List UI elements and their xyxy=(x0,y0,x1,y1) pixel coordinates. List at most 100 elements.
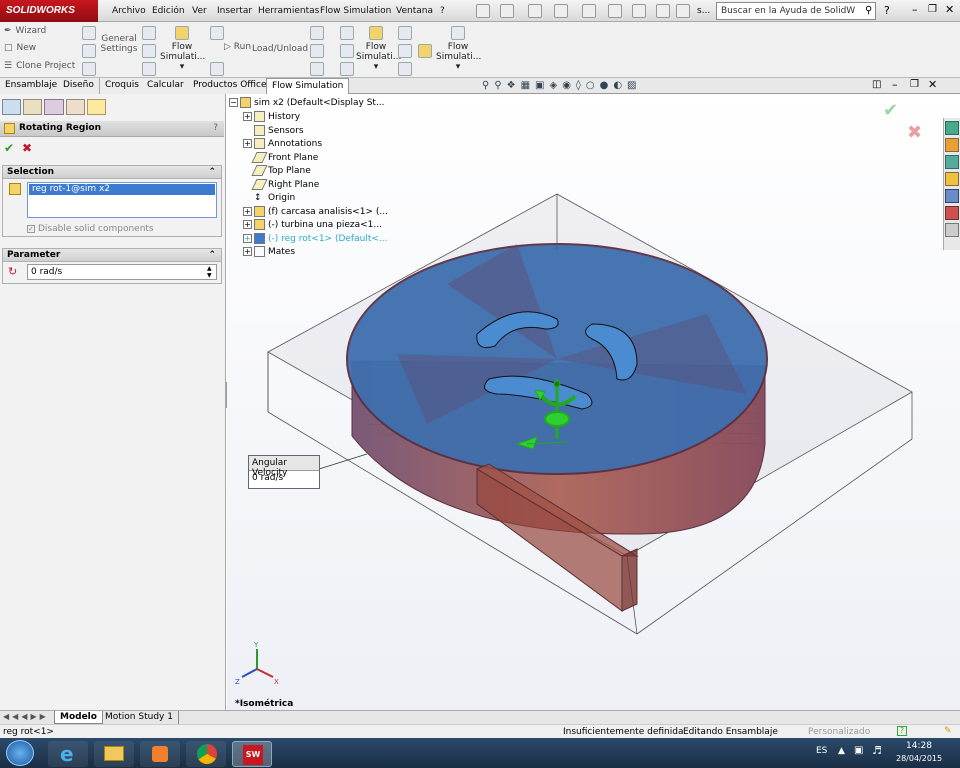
flow-analysis-tab-icon[interactable] xyxy=(86,99,107,115)
flow-simulation-button-3[interactable]: Flow Simulati... ▾ xyxy=(436,26,481,72)
run-button[interactable]: ▷ Run xyxy=(224,42,251,52)
confirm-cancel-icon[interactable]: ✖ xyxy=(907,122,922,143)
media-player-icon[interactable] xyxy=(140,741,180,767)
model-viewport[interactable]: Y X Z xyxy=(227,94,960,710)
confirm-ok-icon[interactable]: ✔ xyxy=(883,100,898,121)
tab-motion-study[interactable]: Motion Study 1 xyxy=(100,711,179,724)
status-rebuild-icon[interactable]: ✎ xyxy=(944,726,952,736)
selection-list-item[interactable]: reg rot-1@sim x2 xyxy=(29,184,215,195)
options-icon[interactable] xyxy=(676,4,690,18)
tab-flow-simulation[interactable]: Flow Simulation xyxy=(266,78,350,94)
tab-scroll-arrows[interactable]: ◀◀◀▶▶ xyxy=(3,712,49,721)
save-icon[interactable] xyxy=(528,4,542,18)
close-doc-icon[interactable]: ✕ xyxy=(928,78,937,91)
flow-icon-6[interactable] xyxy=(142,62,156,76)
status-help-icon[interactable]: ? xyxy=(897,726,907,736)
flow-icon-16[interactable] xyxy=(398,44,412,58)
tree-item-mates[interactable]: + Mates xyxy=(243,246,295,259)
tree-item-turbina[interactable]: + (-) turbina una pieza<1... xyxy=(243,219,382,232)
new-button[interactable]: □ New xyxy=(4,43,36,53)
rebuild-icon[interactable] xyxy=(632,4,646,18)
start-button-icon[interactable] xyxy=(6,740,34,766)
selection-section-header[interactable]: Selection ⌃ xyxy=(2,165,222,179)
menu-flow-simulation[interactable]: Flow Simulation xyxy=(320,6,391,16)
new-document-icon[interactable] xyxy=(476,4,490,18)
help-search-input[interactable]: Buscar en la Ayuda de SolidW xyxy=(716,2,876,20)
flow-icon-2[interactable] xyxy=(82,44,96,58)
menu-ventana[interactable]: Ventana xyxy=(396,6,433,16)
graphics-area[interactable]: Y X Z − sim x2 (Default<Display St... + Hi… xyxy=(227,94,960,710)
close-icon[interactable]: ✕ xyxy=(945,3,954,16)
restore-doc-icon[interactable]: ❐ xyxy=(910,79,919,90)
ok-check-icon[interactable]: ✔ xyxy=(4,141,14,155)
tree-item-front-plane[interactable]: Front Plane xyxy=(251,152,318,165)
menu-ver[interactable]: Ver xyxy=(192,6,207,16)
flow-icon-9[interactable] xyxy=(310,26,324,40)
explorer-icon[interactable] xyxy=(94,741,134,767)
home-icon[interactable] xyxy=(945,138,959,152)
collapse-chevron-icon[interactable]: ⌃ xyxy=(208,167,216,177)
flow-icon-8[interactable] xyxy=(210,62,224,76)
flow-simulation-button-1[interactable]: Flow Simulati... ▾ xyxy=(160,26,205,72)
library-icon[interactable] xyxy=(945,155,959,169)
disable-solid-checkbox[interactable]: ✓ Disable solid components xyxy=(27,224,154,234)
collapse-chevron-icon[interactable]: ⌃ xyxy=(208,250,216,260)
tree-item-sensors[interactable]: Sensors xyxy=(254,125,304,138)
undo-icon[interactable] xyxy=(582,4,596,18)
selection-list[interactable]: reg rot-1@sim x2 xyxy=(27,182,217,218)
menu-help[interactable]: ? xyxy=(440,6,445,16)
view-toolbar[interactable]: ⚲⚲❖▦▣◈◉◊○●◐▨ xyxy=(482,80,702,92)
tree-item-annotations[interactable]: + Annotations xyxy=(243,138,322,151)
flow-icon-11[interactable] xyxy=(310,62,324,76)
menu-insertar[interactable]: Insertar xyxy=(217,6,252,16)
custom-properties-icon[interactable] xyxy=(945,223,959,237)
ie-icon[interactable]: e xyxy=(48,741,88,767)
appearances-icon[interactable] xyxy=(945,206,959,220)
tree-item-history[interactable]: + History xyxy=(243,111,300,124)
tree-root[interactable]: − sim x2 (Default<Display St... xyxy=(229,97,385,110)
spin-stepper-icon[interactable]: ▲ ▼ xyxy=(207,265,212,279)
tab-diseno[interactable]: Diseño xyxy=(58,78,100,94)
resources-icon[interactable] xyxy=(945,121,959,135)
tile-icon[interactable]: ◫ xyxy=(872,79,881,90)
search-icon[interactable]: ⚲ xyxy=(865,5,872,16)
flow-icon-13[interactable] xyxy=(340,44,354,58)
select-icon[interactable] xyxy=(608,4,622,18)
tab-ensamblaje[interactable]: Ensamblaje xyxy=(0,78,64,94)
volume-icon[interactable]: ♬ xyxy=(872,744,882,757)
tray-arrow-icon[interactable]: ▲ xyxy=(838,746,845,756)
chrome-icon[interactable] xyxy=(186,741,226,767)
angular-velocity-callout[interactable]: Angular Velocity 0 rad/s xyxy=(248,455,320,489)
flow-icon-12[interactable] xyxy=(340,26,354,40)
load-unload-button[interactable]: Load/Unload xyxy=(252,44,308,54)
tree-item-origin[interactable]: ↕ Origin xyxy=(254,192,295,205)
print-icon[interactable] xyxy=(554,4,568,18)
folder-icon[interactable] xyxy=(945,172,959,186)
wizard-button[interactable]: ✒ Wizard xyxy=(4,26,46,36)
flow-icon-5[interactable] xyxy=(142,44,156,58)
clock-time[interactable]: 14:28 xyxy=(906,741,932,751)
menu-herramientas[interactable]: Herramientas xyxy=(258,6,319,16)
flow-icon-17[interactable] xyxy=(398,62,412,76)
angular-velocity-input[interactable]: 0 rad/s xyxy=(27,264,217,280)
tab-croquis[interactable]: Croquis xyxy=(100,78,145,94)
flow-icon-15[interactable] xyxy=(398,26,412,40)
clock-date[interactable]: 28/04/2015 xyxy=(896,754,942,763)
help-icon[interactable]: ? xyxy=(884,4,890,17)
tree-item-top-plane[interactable]: Top Plane xyxy=(251,165,311,178)
parameter-section-header[interactable]: Parameter ⌃ xyxy=(2,248,222,262)
network-icon[interactable]: ▣ xyxy=(854,745,863,756)
flow-icon-4[interactable] xyxy=(142,26,156,40)
cancel-x-icon[interactable]: ✖ xyxy=(22,141,32,155)
display-manager-tab-icon[interactable] xyxy=(65,99,85,115)
minimize-icon[interactable]: – xyxy=(912,3,918,16)
solidworks-taskbar-icon[interactable]: SW xyxy=(232,741,272,767)
status-custom[interactable]: Personalizado xyxy=(808,727,870,737)
flow-icon-14[interactable] xyxy=(340,62,354,76)
flow-icon-7[interactable] xyxy=(210,26,224,40)
language-indicator[interactable]: ES xyxy=(816,746,827,756)
menu-archivo[interactable]: Archivo xyxy=(112,6,146,16)
solidworks-logo[interactable]: SOLIDWORKS xyxy=(0,0,98,22)
clone-project-button[interactable]: ☰ Clone Project xyxy=(4,61,75,71)
flow-icon-3[interactable] xyxy=(82,62,96,76)
